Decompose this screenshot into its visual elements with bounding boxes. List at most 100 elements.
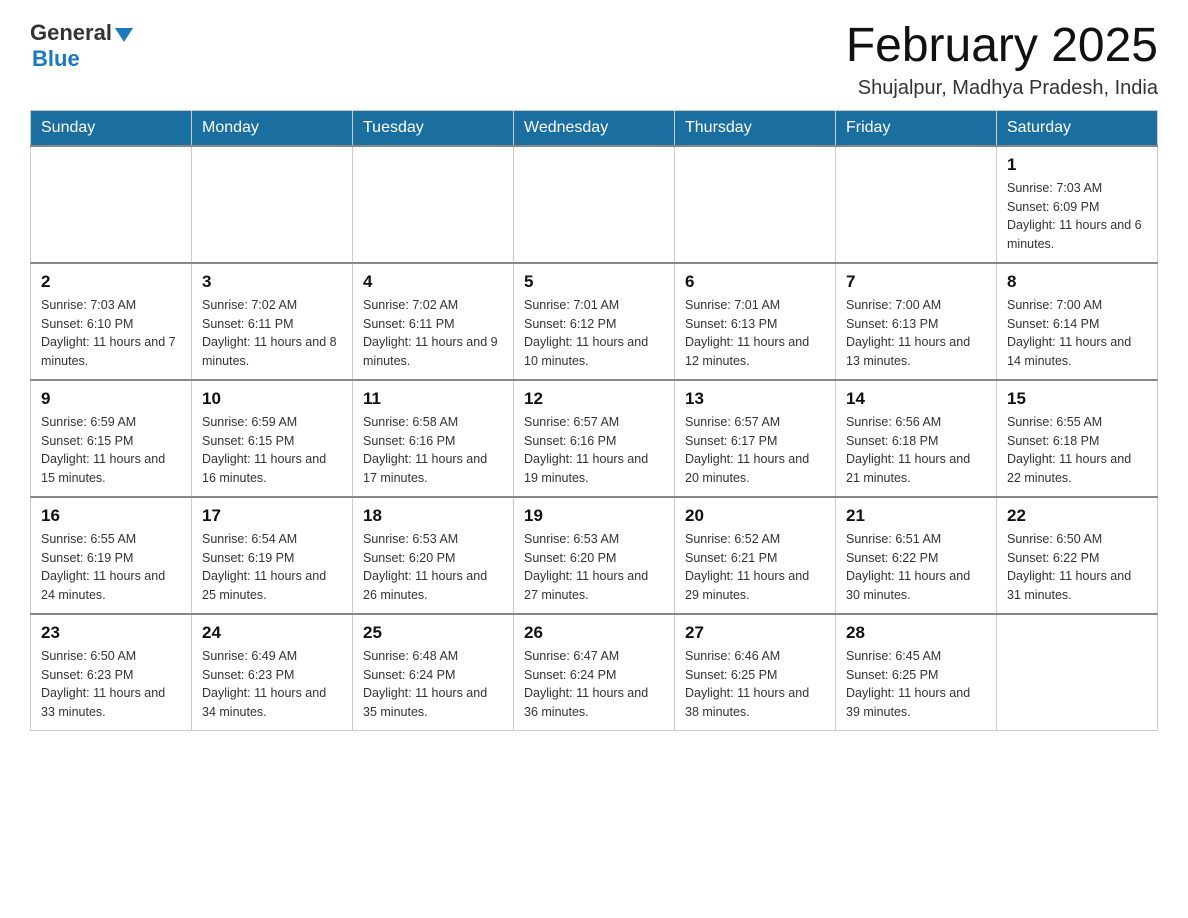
table-row xyxy=(675,146,836,263)
table-row xyxy=(31,146,192,263)
table-row: 8 Sunrise: 7:00 AM Sunset: 6:14 PM Daylig… xyxy=(997,263,1158,380)
table-row xyxy=(353,146,514,263)
day-info: Sunrise: 6:52 AM Sunset: 6:21 PM Dayligh… xyxy=(685,530,825,605)
day-number: 23 xyxy=(41,623,181,643)
table-row: 12 Sunrise: 6:57 AM Sunset: 6:16 PM Dayli… xyxy=(514,380,675,497)
table-row xyxy=(997,614,1158,731)
header-saturday: Saturday xyxy=(997,110,1158,146)
day-number: 14 xyxy=(846,389,986,409)
day-info: Sunrise: 6:59 AM Sunset: 6:15 PM Dayligh… xyxy=(202,413,342,488)
month-title: February 2025 xyxy=(846,20,1158,73)
day-number: 22 xyxy=(1007,506,1147,526)
header-tuesday: Tuesday xyxy=(353,110,514,146)
day-info: Sunrise: 6:50 AM Sunset: 6:22 PM Dayligh… xyxy=(1007,530,1147,605)
day-number: 11 xyxy=(363,389,503,409)
day-info: Sunrise: 6:54 AM Sunset: 6:19 PM Dayligh… xyxy=(202,530,342,605)
day-number: 18 xyxy=(363,506,503,526)
header-thursday: Thursday xyxy=(675,110,836,146)
week-row-5: 23 Sunrise: 6:50 AM Sunset: 6:23 PM Dayli… xyxy=(31,614,1158,731)
table-row: 28 Sunrise: 6:45 AM Sunset: 6:25 PM Dayli… xyxy=(836,614,997,731)
week-row-4: 16 Sunrise: 6:55 AM Sunset: 6:19 PM Dayli… xyxy=(31,497,1158,614)
day-number: 12 xyxy=(524,389,664,409)
day-info: Sunrise: 6:57 AM Sunset: 6:16 PM Dayligh… xyxy=(524,413,664,488)
day-number: 10 xyxy=(202,389,342,409)
table-row: 13Sunrise: 6:57 AM Sunset: 6:17 PM Dayli… xyxy=(675,380,836,497)
table-row xyxy=(514,146,675,263)
table-row: 17 Sunrise: 6:54 AM Sunset: 6:19 PM Dayli… xyxy=(192,497,353,614)
table-row: 10 Sunrise: 6:59 AM Sunset: 6:15 PM Dayli… xyxy=(192,380,353,497)
day-number: 8 xyxy=(1007,272,1147,292)
day-info: Sunrise: 7:02 AM Sunset: 6:11 PM Dayligh… xyxy=(363,296,503,371)
table-row: 26 Sunrise: 6:47 AM Sunset: 6:24 PM Dayli… xyxy=(514,614,675,731)
table-row: 14 Sunrise: 6:56 AM Sunset: 6:18 PM Dayli… xyxy=(836,380,997,497)
day-info: Sunrise: 6:55 AM Sunset: 6:19 PM Dayligh… xyxy=(41,530,181,605)
table-row: 6 Sunrise: 7:01 AM Sunset: 6:13 PM Daylig… xyxy=(675,263,836,380)
table-row: 11Sunrise: 6:58 AM Sunset: 6:16 PM Dayli… xyxy=(353,380,514,497)
table-row: 20 Sunrise: 6:52 AM Sunset: 6:21 PM Dayli… xyxy=(675,497,836,614)
day-info: Sunrise: 6:53 AM Sunset: 6:20 PM Dayligh… xyxy=(363,530,503,605)
day-info: Sunrise: 6:56 AM Sunset: 6:18 PM Dayligh… xyxy=(846,413,986,488)
table-row: 27 Sunrise: 6:46 AM Sunset: 6:25 PM Dayli… xyxy=(675,614,836,731)
day-number: 3 xyxy=(202,272,342,292)
logo-blue-text: Blue xyxy=(32,46,80,72)
table-row: 19Sunrise: 6:53 AM Sunset: 6:20 PM Dayli… xyxy=(514,497,675,614)
day-info: Sunrise: 7:02 AM Sunset: 6:11 PM Dayligh… xyxy=(202,296,342,371)
day-number: 2 xyxy=(41,272,181,292)
day-number: 21 xyxy=(846,506,986,526)
day-info: Sunrise: 6:59 AM Sunset: 6:15 PM Dayligh… xyxy=(41,413,181,488)
day-number: 9 xyxy=(41,389,181,409)
day-number: 7 xyxy=(846,272,986,292)
day-info: Sunrise: 6:49 AM Sunset: 6:23 PM Dayligh… xyxy=(202,647,342,722)
week-row-2: 2Sunrise: 7:03 AM Sunset: 6:10 PM Daylig… xyxy=(31,263,1158,380)
day-info: Sunrise: 6:48 AM Sunset: 6:24 PM Dayligh… xyxy=(363,647,503,722)
table-row: 15Sunrise: 6:55 AM Sunset: 6:18 PM Dayli… xyxy=(997,380,1158,497)
day-info: Sunrise: 6:46 AM Sunset: 6:25 PM Dayligh… xyxy=(685,647,825,722)
calendar-table: Sunday Monday Tuesday Wednesday Thursday… xyxy=(30,110,1158,731)
table-row: 7 Sunrise: 7:00 AM Sunset: 6:13 PM Daylig… xyxy=(836,263,997,380)
logo: General Blue xyxy=(30,20,133,72)
day-number: 17 xyxy=(202,506,342,526)
table-row: 16 Sunrise: 6:55 AM Sunset: 6:19 PM Dayli… xyxy=(31,497,192,614)
week-row-3: 9 Sunrise: 6:59 AM Sunset: 6:15 PM Daylig… xyxy=(31,380,1158,497)
table-row: 18 Sunrise: 6:53 AM Sunset: 6:20 PM Dayli… xyxy=(353,497,514,614)
day-info: Sunrise: 6:55 AM Sunset: 6:18 PM Dayligh… xyxy=(1007,413,1147,488)
weekday-header-row: Sunday Monday Tuesday Wednesday Thursday… xyxy=(31,110,1158,146)
day-info: Sunrise: 7:00 AM Sunset: 6:14 PM Dayligh… xyxy=(1007,296,1147,371)
day-info: Sunrise: 7:01 AM Sunset: 6:12 PM Dayligh… xyxy=(524,296,664,371)
table-row: 22 Sunrise: 6:50 AM Sunset: 6:22 PM Dayli… xyxy=(997,497,1158,614)
day-info: Sunrise: 6:47 AM Sunset: 6:24 PM Dayligh… xyxy=(524,647,664,722)
day-info: Sunrise: 7:03 AM Sunset: 6:09 PM Dayligh… xyxy=(1007,179,1147,254)
day-number: 24 xyxy=(202,623,342,643)
header: General Blue February 2025 Shujalpur, Ma… xyxy=(30,20,1158,100)
title-area: February 2025 Shujalpur, Madhya Pradesh,… xyxy=(846,20,1158,100)
table-row: 23 Sunrise: 6:50 AM Sunset: 6:23 PM Dayli… xyxy=(31,614,192,731)
table-row: 5 Sunrise: 7:01 AM Sunset: 6:12 PM Daylig… xyxy=(514,263,675,380)
day-info: Sunrise: 6:51 AM Sunset: 6:22 PM Dayligh… xyxy=(846,530,986,605)
table-row: 25Sunrise: 6:48 AM Sunset: 6:24 PM Dayli… xyxy=(353,614,514,731)
day-number: 4 xyxy=(363,272,503,292)
day-number: 6 xyxy=(685,272,825,292)
day-number: 20 xyxy=(685,506,825,526)
table-row xyxy=(836,146,997,263)
header-monday: Monday xyxy=(192,110,353,146)
table-row: 21 Sunrise: 6:51 AM Sunset: 6:22 PM Dayli… xyxy=(836,497,997,614)
day-info: Sunrise: 6:45 AM Sunset: 6:25 PM Dayligh… xyxy=(846,647,986,722)
day-number: 5 xyxy=(524,272,664,292)
day-number: 26 xyxy=(524,623,664,643)
table-row: 3 Sunrise: 7:02 AM Sunset: 6:11 PM Daylig… xyxy=(192,263,353,380)
day-number: 27 xyxy=(685,623,825,643)
table-row xyxy=(192,146,353,263)
table-row: 9 Sunrise: 6:59 AM Sunset: 6:15 PM Daylig… xyxy=(31,380,192,497)
day-info: Sunrise: 6:50 AM Sunset: 6:23 PM Dayligh… xyxy=(41,647,181,722)
day-info: Sunrise: 7:00 AM Sunset: 6:13 PM Dayligh… xyxy=(846,296,986,371)
day-info: Sunrise: 6:53 AM Sunset: 6:20 PM Dayligh… xyxy=(524,530,664,605)
day-info: Sunrise: 7:01 AM Sunset: 6:13 PM Dayligh… xyxy=(685,296,825,371)
day-number: 16 xyxy=(41,506,181,526)
logo-arrow-icon xyxy=(115,28,133,42)
day-number: 28 xyxy=(846,623,986,643)
header-sunday: Sunday xyxy=(31,110,192,146)
week-row-1: 1 Sunrise: 7:03 AM Sunset: 6:09 PM Daylig… xyxy=(31,146,1158,263)
location-title: Shujalpur, Madhya Pradesh, India xyxy=(846,77,1158,100)
day-number: 1 xyxy=(1007,155,1147,175)
header-friday: Friday xyxy=(836,110,997,146)
